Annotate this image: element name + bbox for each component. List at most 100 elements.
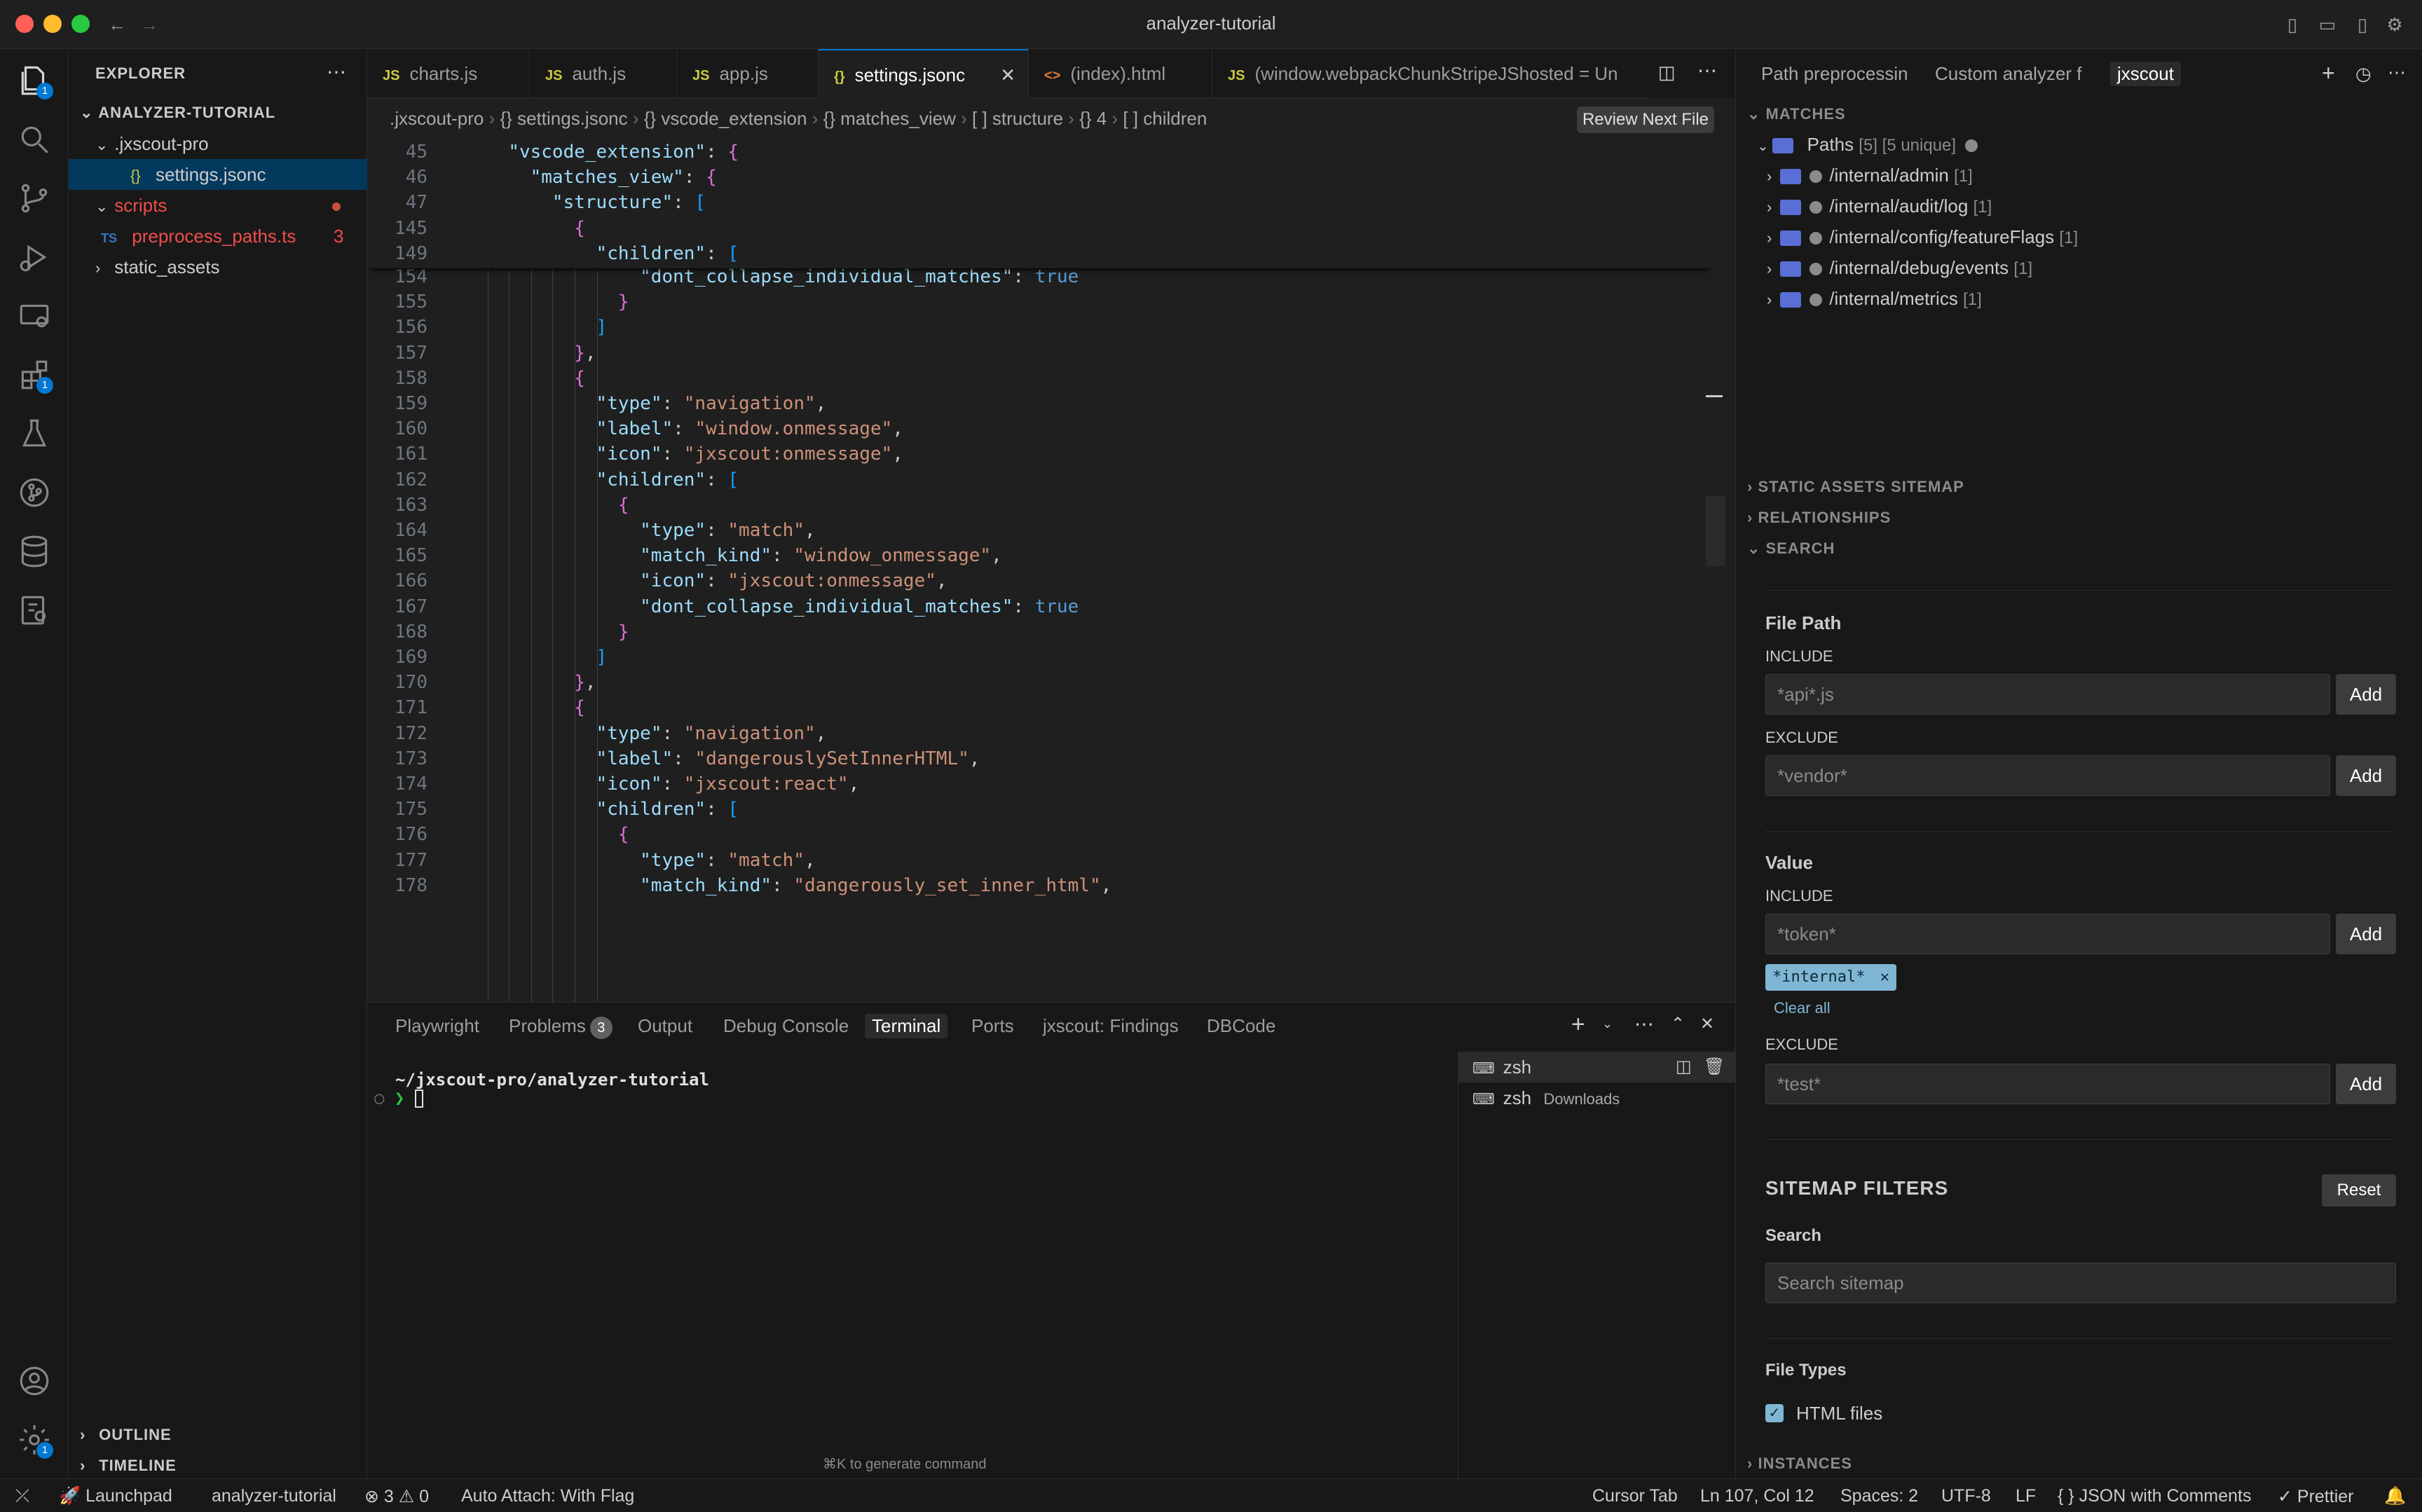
extensions-icon[interactable]: 1 — [17, 357, 53, 394]
tree-folder-scripts[interactable]: ⌄ scripts — [69, 190, 367, 221]
tab-auth-js[interactable]: JS auth.js — [530, 49, 677, 98]
run-debug-icon[interactable] — [17, 240, 52, 275]
more-actions-icon[interactable]: ⋯ — [2388, 62, 2406, 83]
path-match-row[interactable]: › /internal/config/featureFlags [1] — [1767, 221, 2078, 252]
history-icon[interactable]: ◷ — [2355, 63, 2372, 85]
explorer-icon[interactable]: 1 — [17, 63, 53, 99]
status-spaces[interactable]: Spaces: 2 — [1840, 1486, 1918, 1506]
split-terminal-icon[interactable]: ◫ — [1676, 1052, 1692, 1083]
account-icon[interactable] — [17, 1363, 52, 1398]
panel-tab-jxscout-findings[interactable]: jxscout: Findings — [1043, 1015, 1179, 1037]
breadcrumb-item[interactable]: .jxscout-pro — [390, 108, 484, 129]
value-include-input[interactable]: *token* — [1765, 914, 2330, 954]
tree-file-preprocess[interactable]: TS preprocess_paths.ts 3 — [69, 221, 367, 252]
paths-group-row[interactable]: ⌄ Paths [5] [5 unique] — [1757, 129, 1985, 160]
value-include-add-button[interactable]: Add — [2336, 914, 2396, 954]
breadcrumb-item[interactable]: [ ] children — [1123, 108, 1207, 129]
status-position[interactable]: Ln 107, Col 12 — [1700, 1486, 1814, 1506]
search-icon[interactable] — [17, 122, 52, 157]
status-encoding[interactable]: UTF-8 — [1941, 1486, 1991, 1506]
tab-path-preprocessing[interactable]: Path preprocessin — [1761, 63, 1915, 85]
relationships-header[interactable]: › RELATIONSHIPS — [1747, 509, 1891, 527]
value-filter-chip[interactable]: *internal* ✕ — [1765, 964, 1896, 991]
new-terminal-plus-icon[interactable]: + — [1571, 1011, 1585, 1038]
tab-charts-js[interactable]: JS charts.js — [367, 49, 530, 98]
remove-chip-icon[interactable]: ✕ — [1880, 968, 1889, 986]
notifications-bell-icon[interactable]: 🔔 — [2384, 1486, 2406, 1506]
testing-flask-icon[interactable] — [17, 416, 52, 451]
remote-indicator-icon[interactable]: ⤫ — [15, 1486, 29, 1506]
path-match-row[interactable]: › /internal/admin [1] — [1767, 160, 1973, 191]
breadcrumb-item[interactable]: {} vscode_extension — [644, 108, 807, 129]
path-match-row[interactable]: › /internal/metrics [1] — [1767, 283, 1982, 314]
sitemap-search-input[interactable]: Search sitemap — [1765, 1263, 2396, 1303]
trash-icon[interactable]: 🗑 — [1704, 1052, 1725, 1083]
status-language[interactable]: { } JSON with Comments — [2058, 1486, 2251, 1506]
jxscout-icon[interactable] — [17, 593, 52, 628]
project-folder[interactable]: ⌄ ANALYZER-TUTORIAL — [69, 97, 367, 128]
editor-scrollbar-thumb[interactable] — [1706, 496, 1725, 566]
panel-tab-terminal[interactable]: Terminal — [865, 1014, 948, 1038]
tree-folder-static-assets[interactable]: › static_assets — [69, 252, 367, 282]
manage-gear-icon[interactable]: 1 — [17, 1422, 53, 1459]
status-eol[interactable]: LF — [2016, 1486, 2036, 1506]
search-header[interactable]: ⌄ SEARCH — [1747, 539, 1835, 558]
file-path-include-add-button[interactable]: Add — [2336, 674, 2396, 715]
terminal-prompt-line[interactable]: ○ ❯ — [374, 1088, 423, 1108]
terminal-item[interactable]: ⌨ zsh ◫ 🗑 — [1458, 1052, 1736, 1083]
panel-tab-debug-console[interactable]: Debug Console — [723, 1015, 849, 1037]
panel-tab-output[interactable]: Output — [638, 1015, 692, 1037]
breadcrumb-item[interactable]: [ ] structure — [972, 108, 1063, 129]
panel-tab-playwright[interactable]: Playwright — [395, 1015, 479, 1037]
close-tab-icon[interactable]: ✕ — [1000, 50, 1015, 98]
breadcrumb-item[interactable]: {} 4 — [1079, 108, 1107, 129]
tab-settings-jsonc[interactable]: {} settings.jsonc ✕ — [819, 49, 1029, 98]
status-auto-attach[interactable]: Auto Attach: With Flag — [461, 1486, 634, 1506]
add-plus-icon[interactable]: + — [2322, 60, 2335, 86]
remote-explorer-icon[interactable] — [17, 298, 52, 334]
tree-file-settings[interactable]: {} settings.jsonc — [69, 159, 367, 190]
tab-index-html[interactable]: <> (index).html — [1029, 49, 1212, 98]
database-icon[interactable] — [17, 534, 52, 569]
panel-tab-problems[interactable]: Problems 3 — [509, 1015, 613, 1039]
launchpad-item[interactable]: 🚀 Launchpad — [59, 1486, 172, 1506]
tab-jxscout[interactable]: jxscout — [2110, 62, 2181, 86]
close-panel-icon[interactable]: ✕ — [1700, 1014, 1714, 1034]
toggle-panel-icon[interactable]: ▭ — [2317, 14, 2338, 35]
panel-tab-dbcode[interactable]: DBCode — [1207, 1015, 1275, 1037]
matches-section-header[interactable]: ⌄ MATCHES — [1747, 105, 1846, 123]
path-match-row[interactable]: › /internal/audit/log [1] — [1767, 191, 1992, 221]
clear-all-link[interactable]: Clear all — [1774, 999, 1831, 1017]
source-control-icon[interactable] — [17, 181, 52, 216]
status-cursor-tab[interactable]: Cursor Tab — [1592, 1486, 1678, 1506]
value-exclude-add-button[interactable]: Add — [2336, 1064, 2396, 1104]
file-path-exclude-input[interactable]: *vendor* — [1765, 755, 2330, 796]
toggle-primary-sidebar-icon[interactable]: ▯ — [2282, 14, 2303, 35]
panel-tab-ports[interactable]: Ports — [971, 1015, 1014, 1037]
settings-gear-icon[interactable]: ⚙ — [2384, 14, 2405, 35]
html-files-checkbox[interactable]: ✓ — [1765, 1404, 1784, 1422]
tab-webpack-chunk[interactable]: JS (window.webpackChunkStripeJShosted = U… — [1212, 49, 1633, 98]
file-path-exclude-add-button[interactable]: Add — [2336, 755, 2396, 796]
instances-header[interactable]: › INSTANCES — [1747, 1455, 1852, 1473]
git-graph-icon[interactable] — [17, 475, 52, 510]
timeline-section[interactable]: › TIMELINE — [69, 1450, 367, 1481]
more-actions-icon[interactable]: ⋯ — [1634, 1012, 1654, 1036]
status-project[interactable]: analyzer-tutorial — [212, 1486, 336, 1506]
status-problems[interactable]: ⊗ 3 ⚠ 0 — [364, 1486, 429, 1507]
tab-app-js[interactable]: JS app.js — [677, 49, 819, 98]
value-exclude-input[interactable]: *test* — [1765, 1064, 2330, 1104]
outline-section[interactable]: › OUTLINE — [69, 1420, 367, 1450]
more-actions-icon[interactable]: ⋯ — [327, 60, 346, 83]
tab-custom-analyzer[interactable]: Custom analyzer fo — [1935, 63, 2082, 85]
breadcrumb-item[interactable]: {} settings.jsonc — [500, 108, 628, 129]
tree-folder-jxscout-pro[interactable]: ⌄ .jxscout-pro — [69, 128, 367, 159]
status-prettier[interactable]: ✓ Prettier — [2278, 1486, 2353, 1507]
toggle-secondary-sidebar-icon[interactable]: ▯ — [2352, 14, 2373, 35]
file-path-include-input[interactable]: *api*.js — [1765, 674, 2330, 715]
chevron-down-icon[interactable]: ⌄ — [1602, 1017, 1613, 1031]
maximize-panel-icon[interactable]: ⌃ — [1671, 1014, 1685, 1034]
split-editor-icon[interactable]: ◫ — [1658, 62, 1676, 83]
code-editor[interactable]: 45 "vscode_extension": {46 "matches_view… — [367, 139, 1735, 1002]
more-actions-icon[interactable]: ⋯ — [1697, 59, 1717, 82]
